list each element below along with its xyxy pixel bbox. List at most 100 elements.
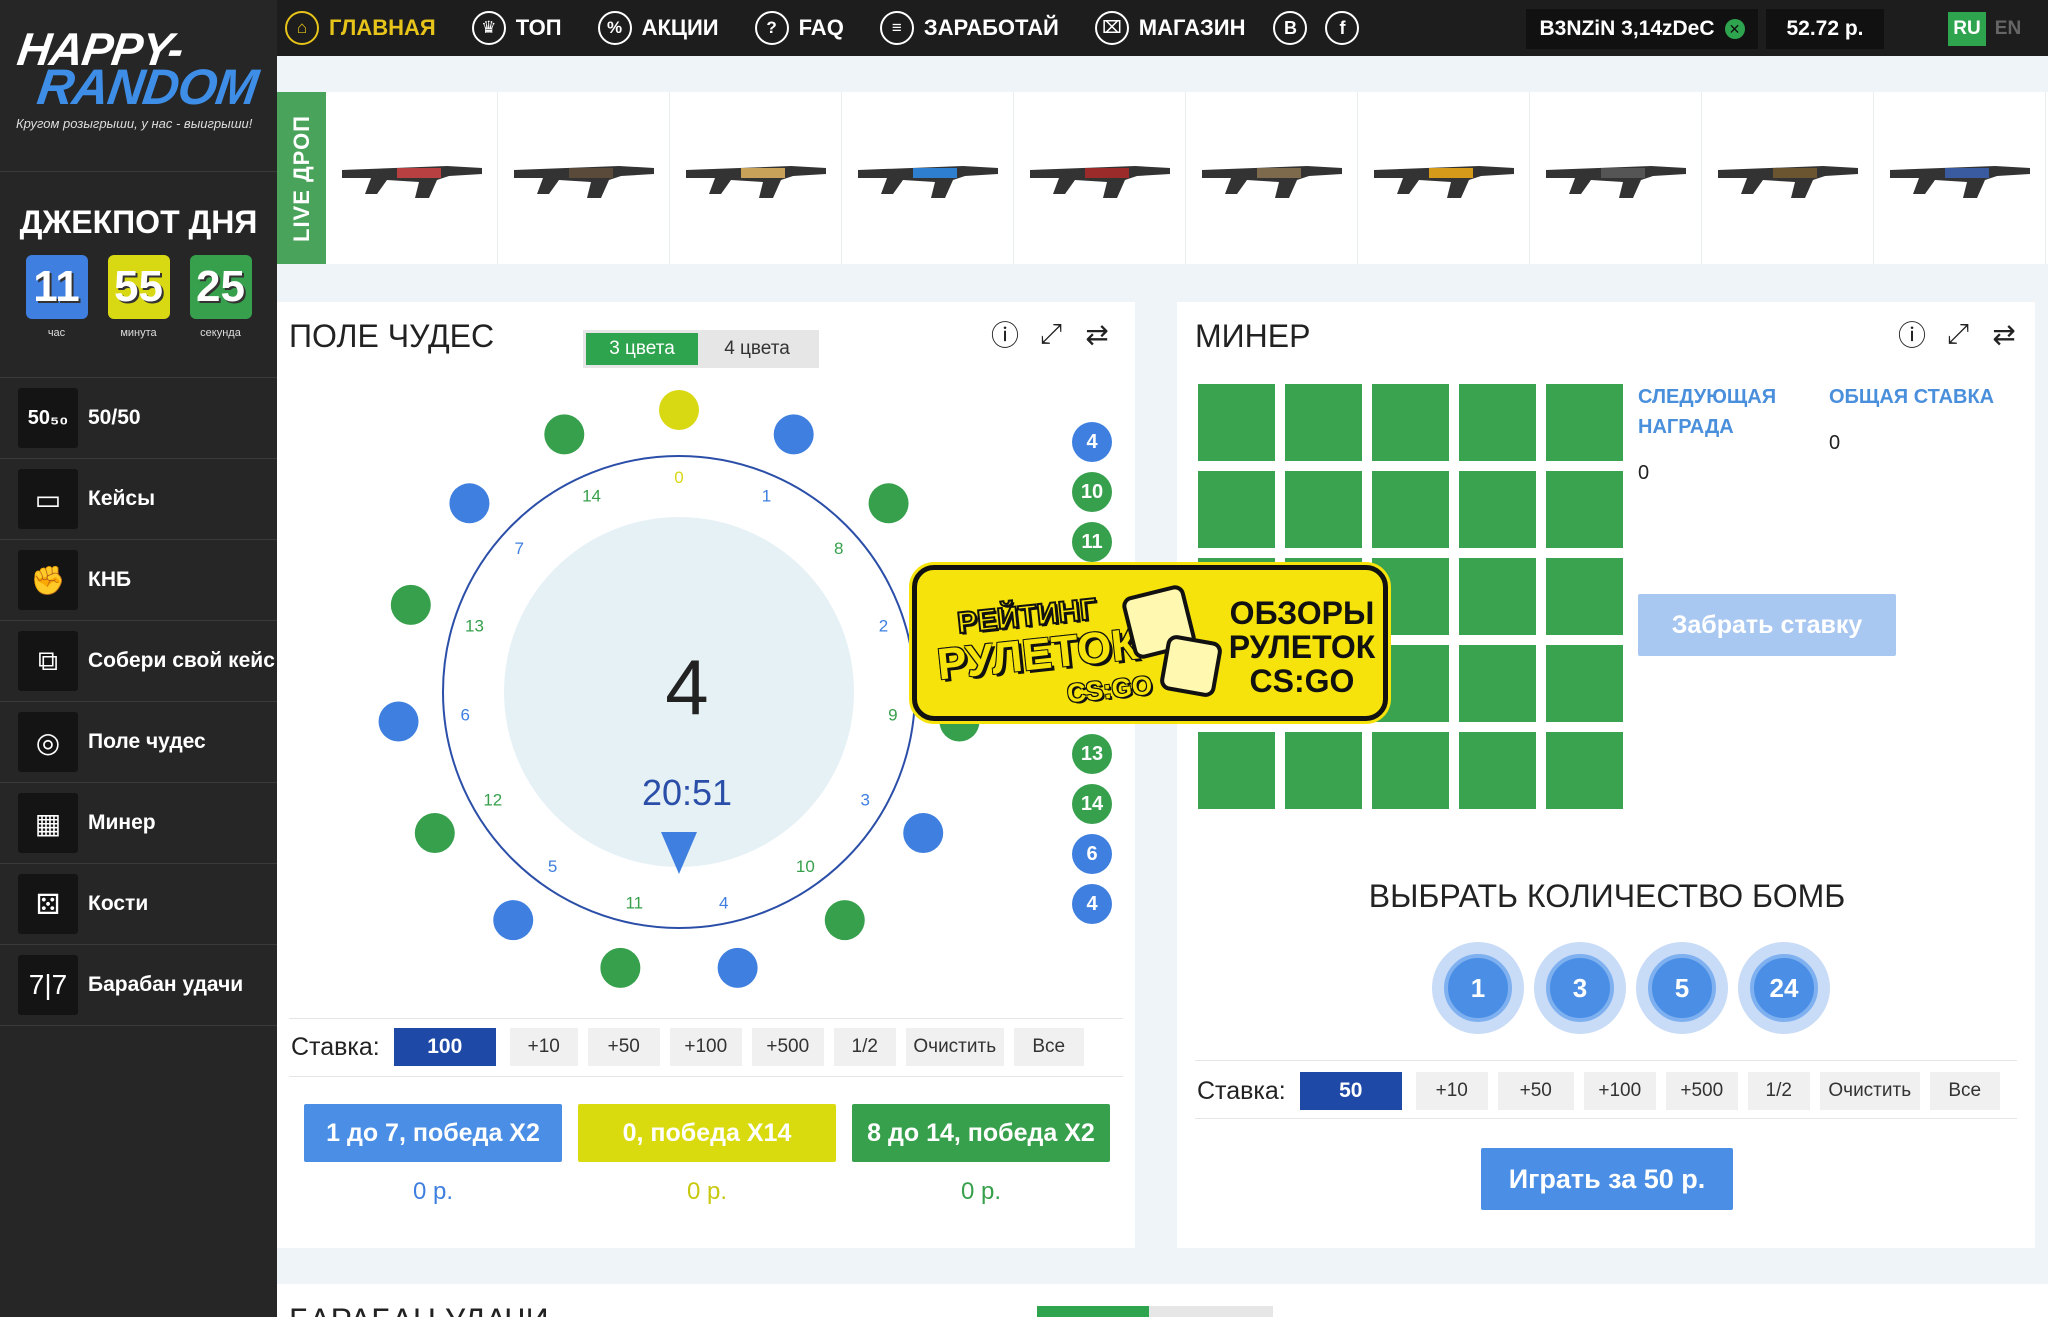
miner-cell[interactable] <box>1459 645 1536 722</box>
topnav-item-0[interactable]: ⌂ ГЛАВНАЯ <box>285 11 436 45</box>
sidebar-item-2[interactable]: ✊ КНБ <box>0 540 277 621</box>
ad-banner[interactable]: РЕЙТИНГ РУЛЕТОК CS:GO ОБЗОРЫ РУЛЕТОК CS:… <box>912 565 1388 721</box>
miner-cell[interactable] <box>1546 732 1623 809</box>
miner-cell[interactable] <box>1372 732 1449 809</box>
balance[interactable]: 52.72 р. <box>1766 9 1884 49</box>
bet-button[interactable]: +500 <box>1665 1072 1738 1110</box>
miner-cell[interactable] <box>1546 384 1623 461</box>
miner-cell[interactable] <box>1198 732 1275 809</box>
topnav-item-3[interactable]: ? FAQ <box>754 11 844 45</box>
bet-button[interactable]: +50 <box>1497 1072 1574 1110</box>
bet-button[interactable]: 1/2 <box>1747 1072 1810 1110</box>
miner-cell[interactable] <box>1459 384 1536 461</box>
vk-icon[interactable]: B <box>1273 11 1308 45</box>
swap-icon[interactable]: ⇄ <box>1988 318 2020 350</box>
bet-button[interactable]: Все <box>1929 1072 2000 1110</box>
bet-button[interactable]: +500 <box>751 1028 824 1066</box>
bomb-count-option[interactable]: 5 <box>1636 942 1728 1034</box>
bomb-count-option[interactable]: 3 <box>1534 942 1626 1034</box>
usp2-icon <box>1029 166 1170 198</box>
lang-ru-button[interactable]: RU <box>1948 12 1986 46</box>
miner-cell[interactable] <box>1546 471 1623 548</box>
bet-button[interactable]: +10 <box>1415 1072 1488 1110</box>
topnav-item-1[interactable]: ♛ ТОП <box>471 11 562 45</box>
logo-line2: RANDOM <box>34 59 261 115</box>
bomb-count-option[interactable]: 24 <box>1738 942 1830 1034</box>
drop-item[interactable] <box>842 92 1014 264</box>
user-badge[interactable]: B3NZiN 3,14zDeC ✕ <box>1526 9 1758 49</box>
bet-button[interactable]: +100 <box>1583 1072 1656 1110</box>
bet-button[interactable]: Очистить <box>1819 1072 1920 1110</box>
drop-item[interactable] <box>1358 92 1530 264</box>
sidebar-item-label: Собери свой кейс <box>88 649 275 672</box>
bet-button[interactable]: Очистить <box>905 1028 1004 1066</box>
miner-cell[interactable] <box>1546 558 1623 635</box>
bet-value-input[interactable]: 100 <box>393 1028 496 1066</box>
miner-cell[interactable] <box>1546 645 1623 722</box>
dice-icon: ⚄ <box>18 874 78 934</box>
wheel-option-button[interactable]: 0, победа X14 <box>578 1104 836 1162</box>
close-icon[interactable]: ✕ <box>1724 19 1745 39</box>
wheel-label: 5 <box>548 857 557 876</box>
play-button[interactable]: Играть за 50 р. <box>1481 1148 1733 1210</box>
grid-icon: ▦ <box>18 793 78 853</box>
sidebar-nav: 50₅₀ 50/50 ▭ Кейсы ✊ КНБ ⧉ Собери свой кейс ◎ Пол… <box>0 378 277 1026</box>
drop-item[interactable] <box>1874 92 2046 264</box>
5050-icon: 50₅₀ <box>18 388 78 448</box>
drop-item[interactable] <box>326 92 498 264</box>
sidebar-item-label: КНБ <box>88 568 132 591</box>
drop-item[interactable] <box>1702 92 1874 264</box>
bet-button[interactable]: Все <box>1013 1028 1084 1066</box>
miner-cell[interactable] <box>1459 558 1536 635</box>
sidebar-item-5[interactable]: ▦ Минер <box>0 783 277 864</box>
logo[interactable]: HAPPY- RANDOM Кругом розыгрыши, у нас - … <box>0 0 277 172</box>
drop-item[interactable] <box>1186 92 1358 264</box>
bet-button[interactable]: +50 <box>587 1028 660 1066</box>
miner-cell[interactable] <box>1372 471 1449 548</box>
take-bet-button[interactable]: Забрать ставку <box>1638 594 1896 656</box>
expand-icon[interactable]: ⤢ <box>1942 318 1974 350</box>
sidebar-item-3[interactable]: ⧉ Собери свой кейс <box>0 621 277 702</box>
wheel-dot <box>390 584 431 625</box>
miner-cell[interactable] <box>1459 732 1536 809</box>
bet-button[interactable]: +10 <box>509 1028 578 1066</box>
sidebar-item-6[interactable]: ⚄ Кости <box>0 864 277 945</box>
miner-cell[interactable] <box>1285 732 1362 809</box>
lang-en-button[interactable]: EN <box>1989 12 2027 46</box>
info-icon[interactable]: ⓘ <box>1896 318 1928 351</box>
wheel-option-button[interactable]: 8 до 14, победа X2 <box>852 1104 1110 1162</box>
lucky-drum-toggle[interactable] <box>1037 1306 1273 1317</box>
bet-button[interactable]: 1/2 <box>833 1028 896 1066</box>
wheel-option-button[interactable]: 1 до 7, победа X2 <box>304 1104 562 1162</box>
miner-cell[interactable] <box>1198 384 1275 461</box>
next-reward-value: 0 <box>1638 462 1650 484</box>
miner-bet-row: Ставка: 50 +10 +50 +100 +500 1/2 Очистить Все <box>1197 1072 2010 1110</box>
facebook-icon[interactable]: f <box>1325 11 1360 45</box>
bomb-count-option[interactable]: 1 <box>1432 942 1524 1034</box>
drop-item[interactable] <box>1530 92 1702 264</box>
topnav-item-2[interactable]: % АКЦИИ <box>597 11 719 45</box>
wheel-label: 3 <box>860 791 869 810</box>
drop-item[interactable] <box>670 92 842 264</box>
sidebar-item-4[interactable]: ◎ Поле чудес <box>0 702 277 783</box>
miner-cell[interactable] <box>1372 384 1449 461</box>
bet-button[interactable]: +100 <box>669 1028 742 1066</box>
sidebar-item-1[interactable]: ▭ Кейсы <box>0 459 277 540</box>
wheel-dot <box>449 483 490 524</box>
miner-cell[interactable] <box>1198 471 1275 548</box>
miner-cell[interactable] <box>1285 384 1362 461</box>
topnav-item-5[interactable]: ⌧ МАГАЗИН <box>1094 11 1245 45</box>
timer-value: 11 <box>25 255 88 319</box>
drop-item[interactable] <box>1014 92 1186 264</box>
wheel-dot <box>659 390 699 430</box>
drop-item[interactable] <box>498 92 670 264</box>
sidebar-item-0[interactable]: 50₅₀ 50/50 <box>0 378 277 459</box>
sidebar-item-7[interactable]: 7|7 Барабан удачи <box>0 945 277 1026</box>
miner-cell[interactable] <box>1459 471 1536 548</box>
timer-label: минута <box>120 327 157 339</box>
miner-cell[interactable] <box>1285 471 1362 548</box>
topnav-label: ЗАРАБОТАЙ <box>923 15 1059 40</box>
bet-value-input[interactable]: 50 <box>1299 1072 1402 1110</box>
topnav-item-4[interactable]: ≡ ЗАРАБОТАЙ <box>879 11 1059 45</box>
sidebar-item-label: Кейсы <box>88 487 156 510</box>
